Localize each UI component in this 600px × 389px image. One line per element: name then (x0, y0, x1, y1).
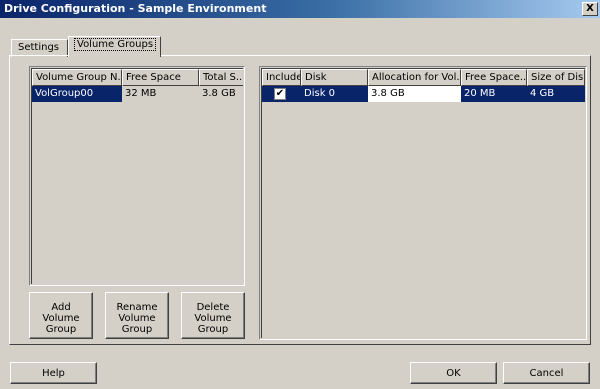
volume-group-list[interactable]: Volume Group N... Free Space Total S... … (29, 66, 245, 286)
volume-group-total-size: 3.8 GB (202, 88, 236, 99)
volume-group-name: VolGroup00 (32, 86, 122, 102)
rename-volume-group-label-2: Volume (118, 313, 156, 324)
tab-settings-label: Settings (18, 42, 60, 53)
disk-row[interactable]: ✔ Disk 0 3.8 GB 20 MB 4 GB (262, 86, 585, 102)
column-header-allocation[interactable]: Allocation for Vol... (368, 69, 461, 86)
help-button-label: Help (42, 367, 65, 379)
allocation-input[interactable]: 3.8 GB (368, 86, 461, 102)
include-checkbox[interactable]: ✔ (274, 88, 286, 100)
tab-volume-groups[interactable]: Volume Groups (68, 36, 161, 57)
cancel-button-label: Cancel (529, 367, 564, 379)
include-cell: ✔ (262, 86, 301, 102)
close-icon: X (586, 3, 594, 14)
volume-group-free-space: 32 MB (125, 88, 157, 99)
disk-list[interactable]: Include Disk Allocation for Vol... Free … (259, 66, 587, 340)
title-bar: Drive Configuration - Sample Environment… (0, 0, 600, 18)
delete-volume-group-button[interactable]: Delete Volume Group (181, 292, 245, 339)
window-title: Drive Configuration - Sample Environment (4, 2, 267, 15)
help-button[interactable]: Help (10, 362, 97, 384)
add-volume-group-label-1: Add (51, 302, 71, 313)
delete-volume-group-label-2: Volume (194, 313, 232, 324)
volume-groups-panel: Volume Group N... Free Space Total S... … (9, 55, 591, 345)
disk-size: 4 GB (527, 86, 585, 102)
rename-volume-group-button[interactable]: Rename Volume Group (105, 292, 169, 339)
cancel-button[interactable]: Cancel (503, 362, 590, 384)
column-header-disk[interactable]: Disk (301, 69, 368, 86)
column-header-free-space[interactable]: Free Space (122, 69, 199, 86)
column-header-total-size[interactable]: Total S... (199, 69, 243, 86)
volume-group-row[interactable]: VolGroup00 32 MB 3.8 GB (32, 86, 243, 102)
add-volume-group-button[interactable]: Add Volume Group (29, 292, 93, 339)
column-header-size-of-disk[interactable]: Size of Disk (527, 69, 585, 86)
close-button[interactable]: X (582, 2, 598, 16)
add-volume-group-label-2: Volume (42, 313, 80, 324)
column-header-disk-free-space[interactable]: Free Space... (461, 69, 527, 86)
ok-button[interactable]: OK (410, 362, 497, 384)
disk-free-space: 20 MB (461, 86, 527, 102)
delete-volume-group-label-1: Delete (196, 302, 230, 313)
rename-volume-group-label-1: Rename (116, 302, 158, 313)
delete-volume-group-label-3: Group (197, 324, 229, 335)
add-volume-group-label-3: Group (45, 324, 77, 335)
disk-name: Disk 0 (301, 86, 368, 102)
tab-volume-groups-label: Volume Groups (73, 38, 157, 51)
column-header-include[interactable]: Include (262, 69, 301, 86)
rename-volume-group-label-3: Group (121, 324, 153, 335)
ok-button-label: OK (446, 367, 461, 379)
column-header-volume-group-name[interactable]: Volume Group N... (32, 69, 122, 86)
